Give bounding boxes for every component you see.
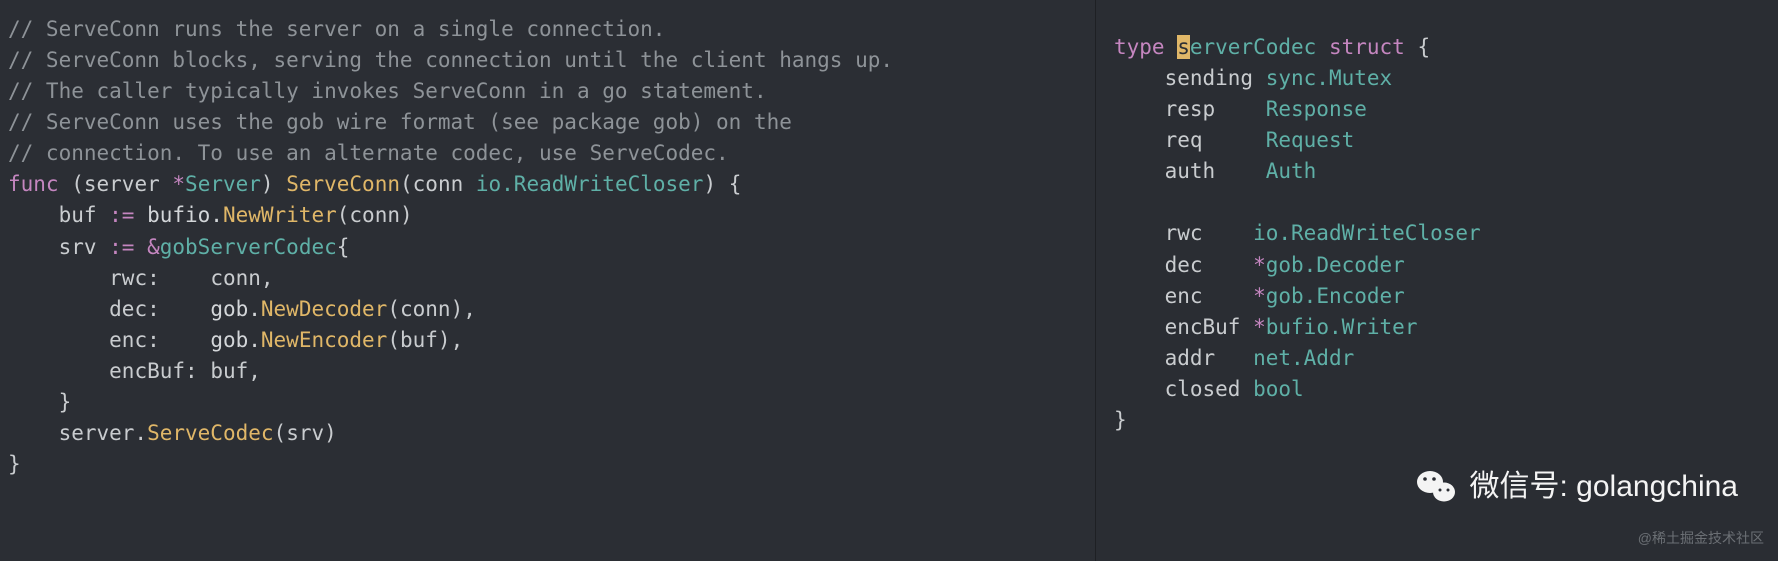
- editor-left-panel[interactable]: // ServeConn runs the server on a single…: [0, 0, 1095, 561]
- cursor-highlight: s: [1177, 35, 1190, 59]
- wechat-icon: [1414, 465, 1458, 509]
- code-block-right: type serverCodec struct { sending sync.M…: [1114, 32, 1760, 436]
- wechat-overlay: 微信号: golangchina: [1414, 465, 1738, 509]
- code-comment: // ServeConn runs the server on a single…: [8, 17, 665, 41]
- keyword-type: type: [1114, 35, 1177, 59]
- code-block-left: // ServeConn runs the server on a single…: [8, 14, 1087, 480]
- code-comment: // ServeConn blocks, serving the connect…: [8, 48, 893, 72]
- code-comment: // connection. To use an alternate codec…: [8, 141, 729, 165]
- code-comment: // ServeConn uses the gob wire format (s…: [8, 110, 792, 134]
- code-comment: // The caller typically invokes ServeCon…: [8, 79, 767, 103]
- watermark-text: @稀土掘金技术社区: [1638, 528, 1764, 549]
- wechat-label: 微信号: golangchina: [1470, 465, 1738, 509]
- method-serveconn: ServeConn: [286, 172, 400, 196]
- keyword-func: func: [8, 172, 59, 196]
